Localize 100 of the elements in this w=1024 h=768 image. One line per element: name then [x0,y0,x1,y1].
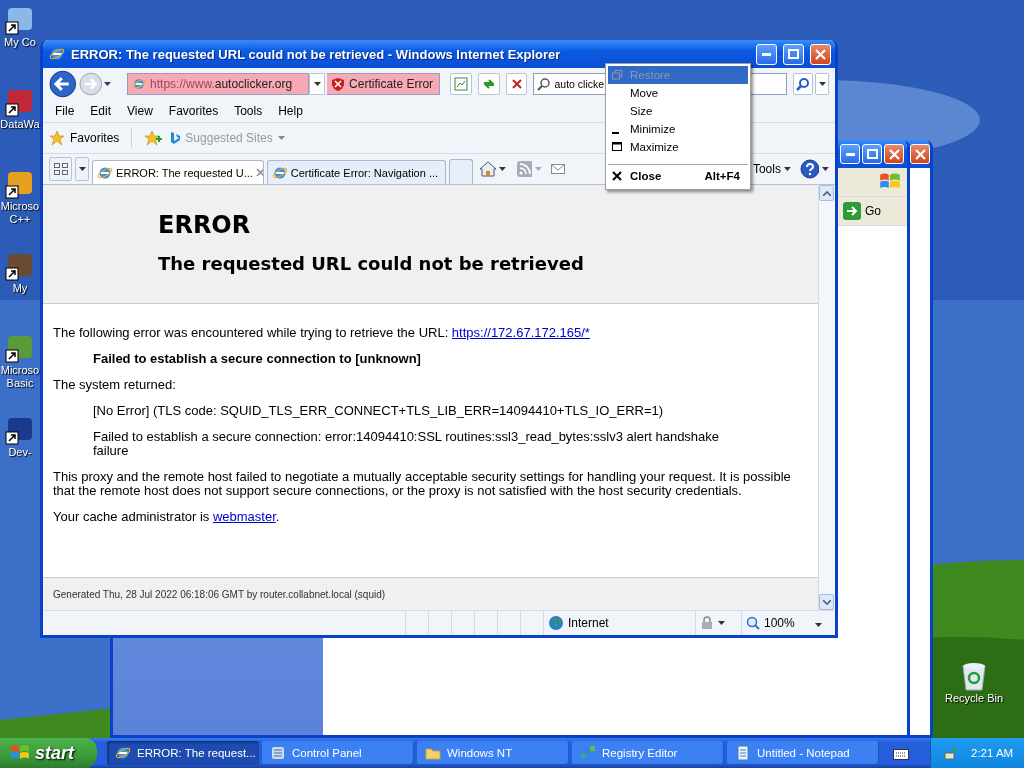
certificate-error-button[interactable]: Certificate Error [327,73,441,95]
recycle-bin-icon[interactable] [959,660,989,692]
icon-label: Microso [0,364,40,377]
page-icon [454,77,469,91]
window-title: ERROR: The requested URL could not be retrieved - Windows Internet Explorer [71,46,562,62]
ie-icon [49,46,65,62]
close-icon [815,48,826,60]
menu-item[interactable]: View [121,104,159,118]
address-field[interactable]: https://www.autoclicker.org [127,73,310,95]
menu-item[interactable]: Favorites [162,104,225,118]
close-button[interactable] [810,43,831,65]
menu-item[interactable]: Help [272,104,309,118]
menu-item[interactable]: Minimize [608,120,748,138]
ie-icon [132,77,147,91]
dropdown-button[interactable] [309,73,326,95]
chevron-down-icon [822,599,831,605]
paragraph: [No Error] (TLS code: SQUID_TLS_ERR_CONNECT+TLS_LIB_ERR=14094410+TLS_IO_ERR=1) [93,404,665,418]
page-subheading: The requested URL could not be retrieved [158,253,585,274]
caret-icon [313,82,321,86]
menu-item[interactable]: Maximize [608,138,748,156]
registry-icon [580,745,596,761]
scrollbar[interactable] [818,185,835,610]
close-tab-icon[interactable] [255,168,263,177]
home-icon[interactable] [478,161,497,177]
url-prefix: https://www. [150,77,215,91]
refresh-button[interactable] [478,73,500,95]
paragraph: The following error was encountered while trying to retrieve the URL: https://172.67.172.165/* [53,326,591,340]
taskbar-button[interactable]: Windows NT [417,741,569,765]
back-button[interactable] [49,70,77,98]
icon-label: C++ [9,213,31,226]
caret-icon [718,621,725,625]
stop-icon [510,78,523,90]
keyboard-icon[interactable] [893,746,909,760]
chevron-up-icon [822,190,831,196]
menu-item[interactable]: Tools [228,104,269,118]
icon-label: My [12,282,28,295]
favorites-button[interactable]: Favorites [49,130,120,146]
icon-label: Basic [6,377,34,390]
refresh-icon [481,77,496,91]
scroll-down-button[interactable] [819,594,834,610]
caret-icon [78,167,86,171]
minimize-icon [612,131,619,134]
scroll-up-button[interactable] [819,185,834,201]
folder-icon [425,745,441,761]
shield-icon [331,77,346,91]
tab[interactable]: ERROR: The requested U... [92,160,264,184]
caret-icon [814,623,822,627]
search-text: auto clicke [554,78,605,90]
restore-icon [612,70,623,80]
paragraph: Your cache administrator is webmaster. [53,510,281,524]
icon-label: Recycle Bin [944,692,1004,705]
taskbar-button[interactable]: Registry Editor [572,741,724,765]
menu-item[interactable]: Close Alt+F4 [608,164,748,187]
menu-item[interactable]: Size [608,102,748,120]
url-domain: autoclicker.org [214,77,293,91]
close-icon [612,171,622,181]
globe-icon [548,615,564,631]
link[interactable]: https://172.67.172.165/* [451,325,590,340]
page-footer: Generated Thu, 28 Jul 2022 06:18:06 GMT by router.collabnet.local (squid) [43,577,818,610]
icon-label: Dev- [8,446,32,459]
lock-icon [700,616,714,630]
minimize-button[interactable] [840,144,860,164]
mail-icon[interactable] [551,164,565,174]
menu-item[interactable]: Edit [84,104,118,118]
link[interactable]: webmaster [212,509,276,524]
paragraph: Failed to establish a secure connection: error:14094410:SSL routines:ssl3_read_bytes:sslv3 alert handshake failure [93,430,721,458]
tools-menu[interactable]: Tools [752,162,781,176]
minimize-button[interactable] [756,43,777,65]
tab-list-button[interactable] [75,157,90,181]
icon-label: DataWa [0,118,40,131]
quick-tabs-button[interactable] [49,157,73,181]
search-options-button[interactable] [815,73,829,95]
caret-icon [104,82,112,86]
taskbar-button[interactable]: Untitled - Notepad [727,741,879,765]
search-button[interactable] [793,73,814,95]
maximize-icon [866,149,878,159]
maximize-button[interactable] [783,43,804,65]
taskbar-button[interactable]: Control Panel [262,741,414,765]
caret-icon [818,82,826,86]
taskbar-button[interactable]: ERROR: The request... [107,741,259,765]
network-icon[interactable] [943,745,959,761]
go-button[interactable]: Go [843,202,881,220]
tab[interactable]: Certificate Error: Navigation ... [266,160,447,184]
add-favorite-icon[interactable] [144,130,163,146]
notepad-icon [735,745,751,761]
minimize-icon [762,52,771,56]
minimize-icon [845,152,855,156]
menu-item[interactable]: Move [608,84,748,102]
stop-button[interactable] [505,73,528,95]
star-icon [49,130,65,146]
zoom-button[interactable]: 100% [741,611,835,635]
close-button[interactable] [910,144,930,164]
zone-text: Internet [568,616,609,630]
icon-label: Microso [0,200,40,213]
menu-item: Restore [608,66,748,84]
ie-icon [115,745,131,761]
menu-item[interactable]: File [49,104,81,118]
close-button[interactable] [884,144,904,164]
maximize-button[interactable] [862,144,882,164]
help-icon[interactable] [799,159,820,179]
